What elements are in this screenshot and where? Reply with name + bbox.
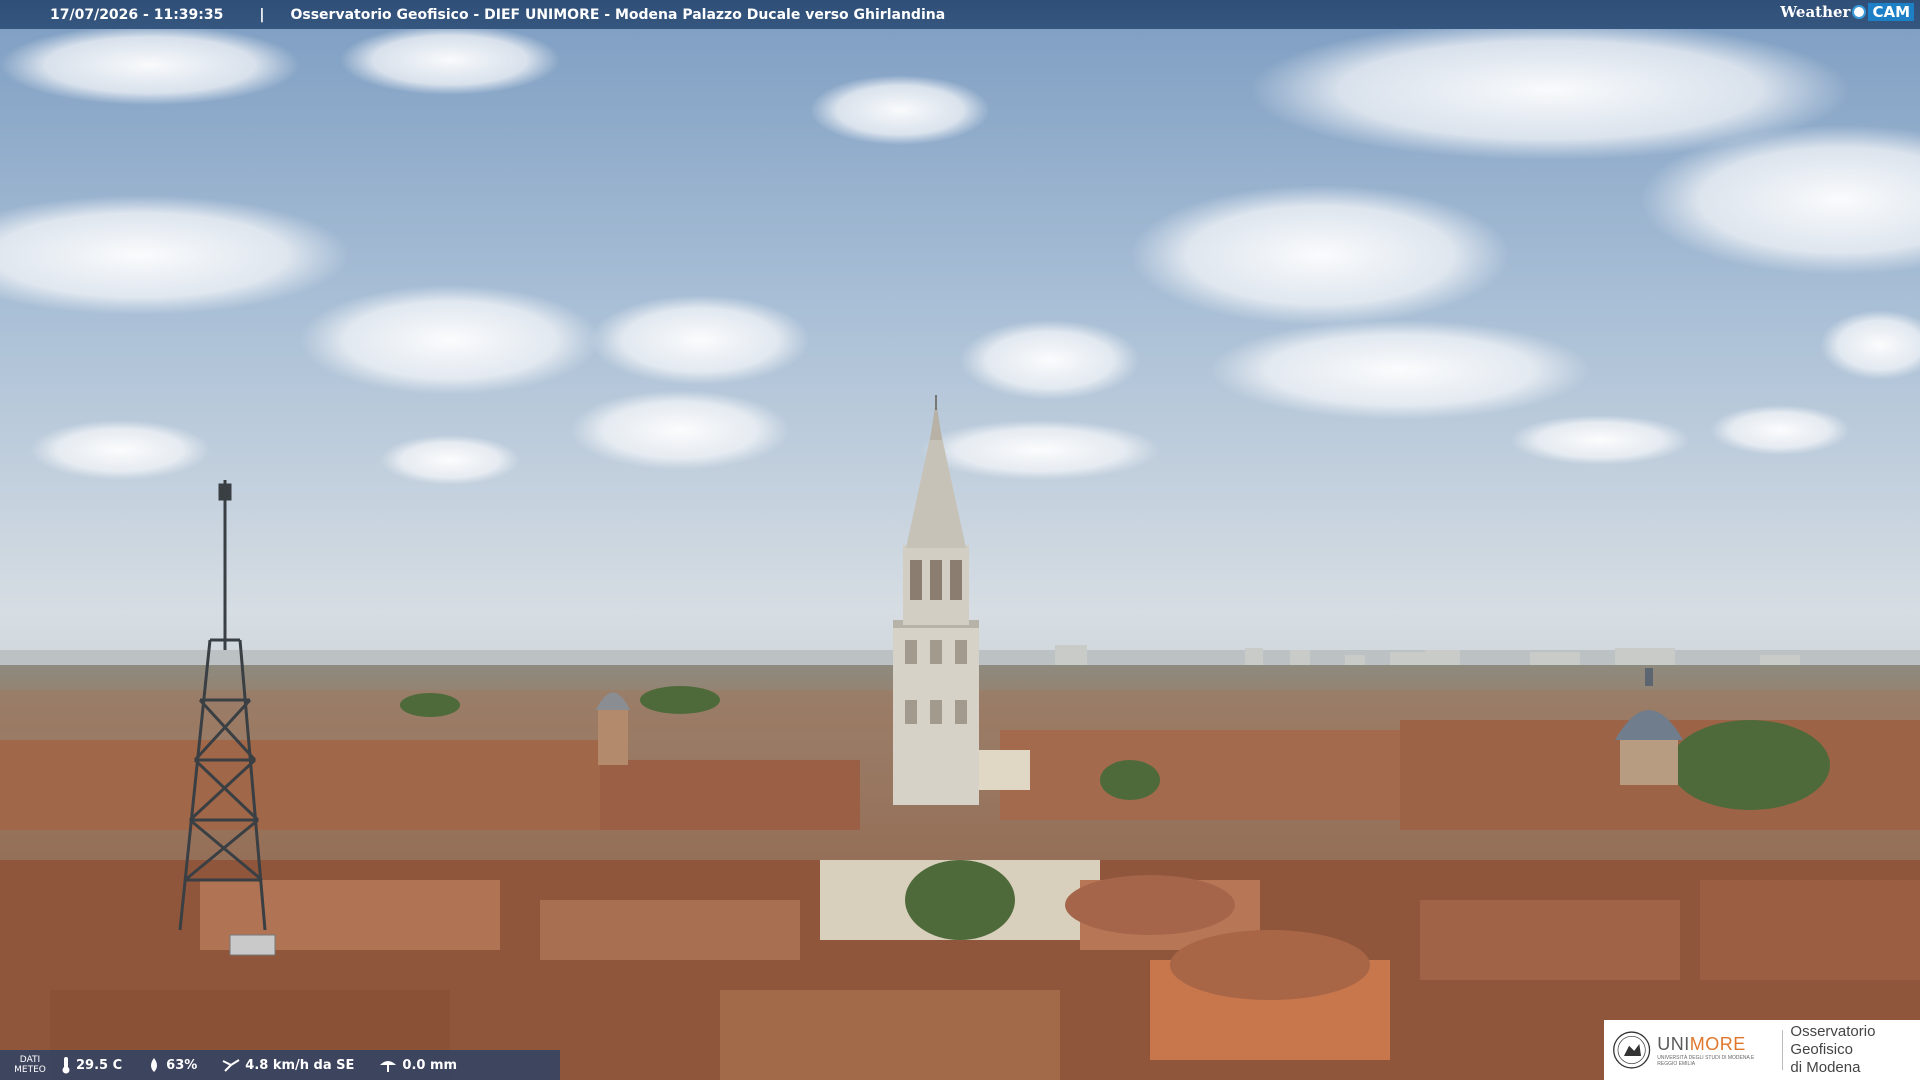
unimore-wordmark: UNIMORE UNIVERSITÀ DEGLI STUDI DI MODENA… [1657,1034,1773,1067]
location-label: Osservatorio Geofisico - DIEF UNIMORE - … [290,6,946,23]
wind-value: 4.8 km/h da SE [245,1057,355,1073]
meteo-bar: DATI METEO 29.5 C 63% 4.8 km/h da SE 0.0… [0,1050,560,1080]
humidity-drop-icon [151,1058,158,1072]
rain-gauge-icon [380,1061,397,1072]
rain-item: 0.0 mm [378,1057,457,1073]
observatory-line2: di Modena [1790,1059,1861,1076]
humidity-value: 63% [166,1057,198,1073]
brand-weather-text: Weather [1780,3,1851,21]
wind-icon [222,1059,240,1072]
brand-dot-icon [1852,5,1867,19]
unimore-logo: UNIMORE UNIVERSITÀ DEGLI STUDI DI MODENA… [1604,1020,1920,1080]
caption-bar: 17/07/2026 - 11:39:35 | Osservatorio Geo… [0,0,1920,29]
wind-item: 4.8 km/h da SE [221,1057,354,1073]
rain-value: 0.0 mm [402,1057,458,1073]
meteo-label: DATI METEO [0,1055,60,1075]
caption-separator: | [259,6,265,23]
logo-divider [1781,1030,1783,1070]
brand-cam-text: CAM [1868,3,1914,21]
unimore-name-part2: MORE [1689,1033,1746,1054]
webcam-scene [0,0,1920,1080]
unimore-name-part1: UNI [1657,1033,1690,1054]
weathercam-logo: Weather CAM [1780,3,1914,21]
small-tower [596,692,630,765]
temperature-item: 29.5 C [60,1056,122,1074]
thermometer-icon [62,1057,70,1074]
observatory-name: Osservatorio Geofisico di Modena [1790,1023,1920,1077]
observatory-line1: Osservatorio Geofisico [1790,1023,1876,1058]
meteo-label-line1: DATI [19,1055,41,1065]
meteo-label-line2: METEO [14,1065,46,1075]
university-seal-icon [1613,1031,1651,1069]
unimore-subtitle: UNIVERSITÀ DEGLI STUDI DI MODENA E REGGI… [1657,1054,1755,1067]
humidity-item: 63% [146,1057,197,1073]
temperature-value: 29.5 C [76,1057,123,1073]
datetime-label: 17/07/2026 - 11:39:35 [50,6,224,23]
